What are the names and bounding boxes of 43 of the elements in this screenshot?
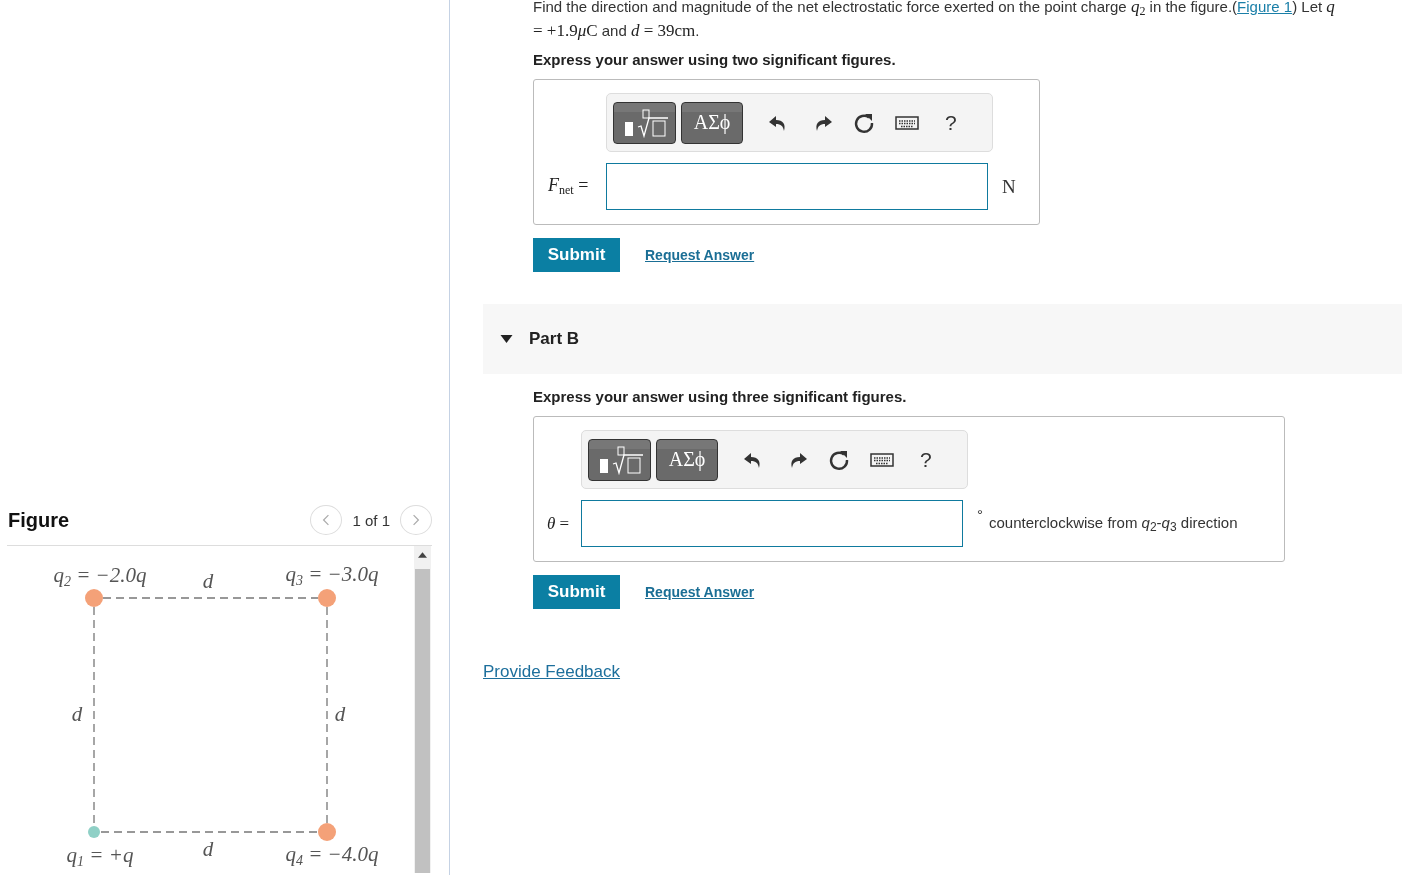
help-button[interactable]: ? [920, 447, 932, 472]
instruction-text: Express your answer using three significant figures. [533, 388, 908, 405]
unit-text: N [1002, 175, 1016, 198]
instruction-text: Express your answer using two significant figures. [533, 51, 897, 68]
answer-field[interactable] [606, 163, 988, 210]
greek-symbols-button[interactable]: ΑΣϕ [656, 438, 718, 481]
request-answer-link[interactable]: Request Answer [645, 247, 755, 263]
greek-symbols-button[interactable]: ΑΣϕ [681, 101, 743, 144]
figure-heading: Figure [8, 508, 70, 532]
templates-button[interactable] [588, 438, 651, 481]
charge-label: q$_{3}$ = −3.0q [285, 561, 379, 589]
submit-button[interactable]: Submit [533, 238, 620, 272]
submit-button[interactable]: Submit [533, 575, 620, 609]
reset-icon[interactable] [828, 448, 850, 471]
chevron-left-icon [322, 514, 331, 526]
help-button[interactable]: ? [945, 110, 957, 135]
caret-icon[interactable] [500, 335, 513, 343]
problem-text: Find the direction and magnitude of the net electrostatic force exerted on the point charge q$_{2}$ in the figure.(Figure 1) Let q = +1.9μC and d = 39cm. [533, 0, 1336, 41]
answer-label: θ = [547, 513, 571, 534]
degree-symbol: ° [977, 506, 983, 523]
figure-counter: 1 of 1 [352, 511, 390, 529]
scrollbar[interactable] [414, 546, 431, 873]
answer-field[interactable] [581, 500, 963, 547]
distance-label: d [334, 701, 346, 727]
keyboard-icon[interactable] [895, 114, 919, 131]
feedback-link[interactable]: Provide Feedback [483, 662, 621, 682]
distance-label: d [202, 836, 214, 862]
unit-text: counterclockwise from q$_{2}$-q$_{3}$ direction [989, 513, 1238, 534]
charge-label: q$_{1}$ = +q [66, 842, 134, 870]
scroll-up-arrow-icon[interactable] [418, 552, 427, 558]
keyboard-icon[interactable] [870, 451, 894, 468]
chevron-right-icon [412, 514, 420, 526]
reset-icon[interactable] [853, 111, 875, 134]
charge-label: q$_{2}$ = −2.0q [53, 562, 147, 590]
distance-label: d [71, 701, 83, 727]
charge-label: q$_{4}$ = −4.0q [285, 841, 379, 869]
distance-label: d [202, 568, 214, 594]
part-header[interactable]: Part B [483, 304, 1402, 374]
part-title: Part B [529, 329, 580, 349]
answer-label: F$_{net}$ = [548, 175, 590, 198]
request-answer-link[interactable]: Request Answer [645, 584, 755, 600]
templates-button[interactable] [613, 101, 676, 144]
figure-link[interactable]: Figure 1 [1237, 0, 1293, 15]
